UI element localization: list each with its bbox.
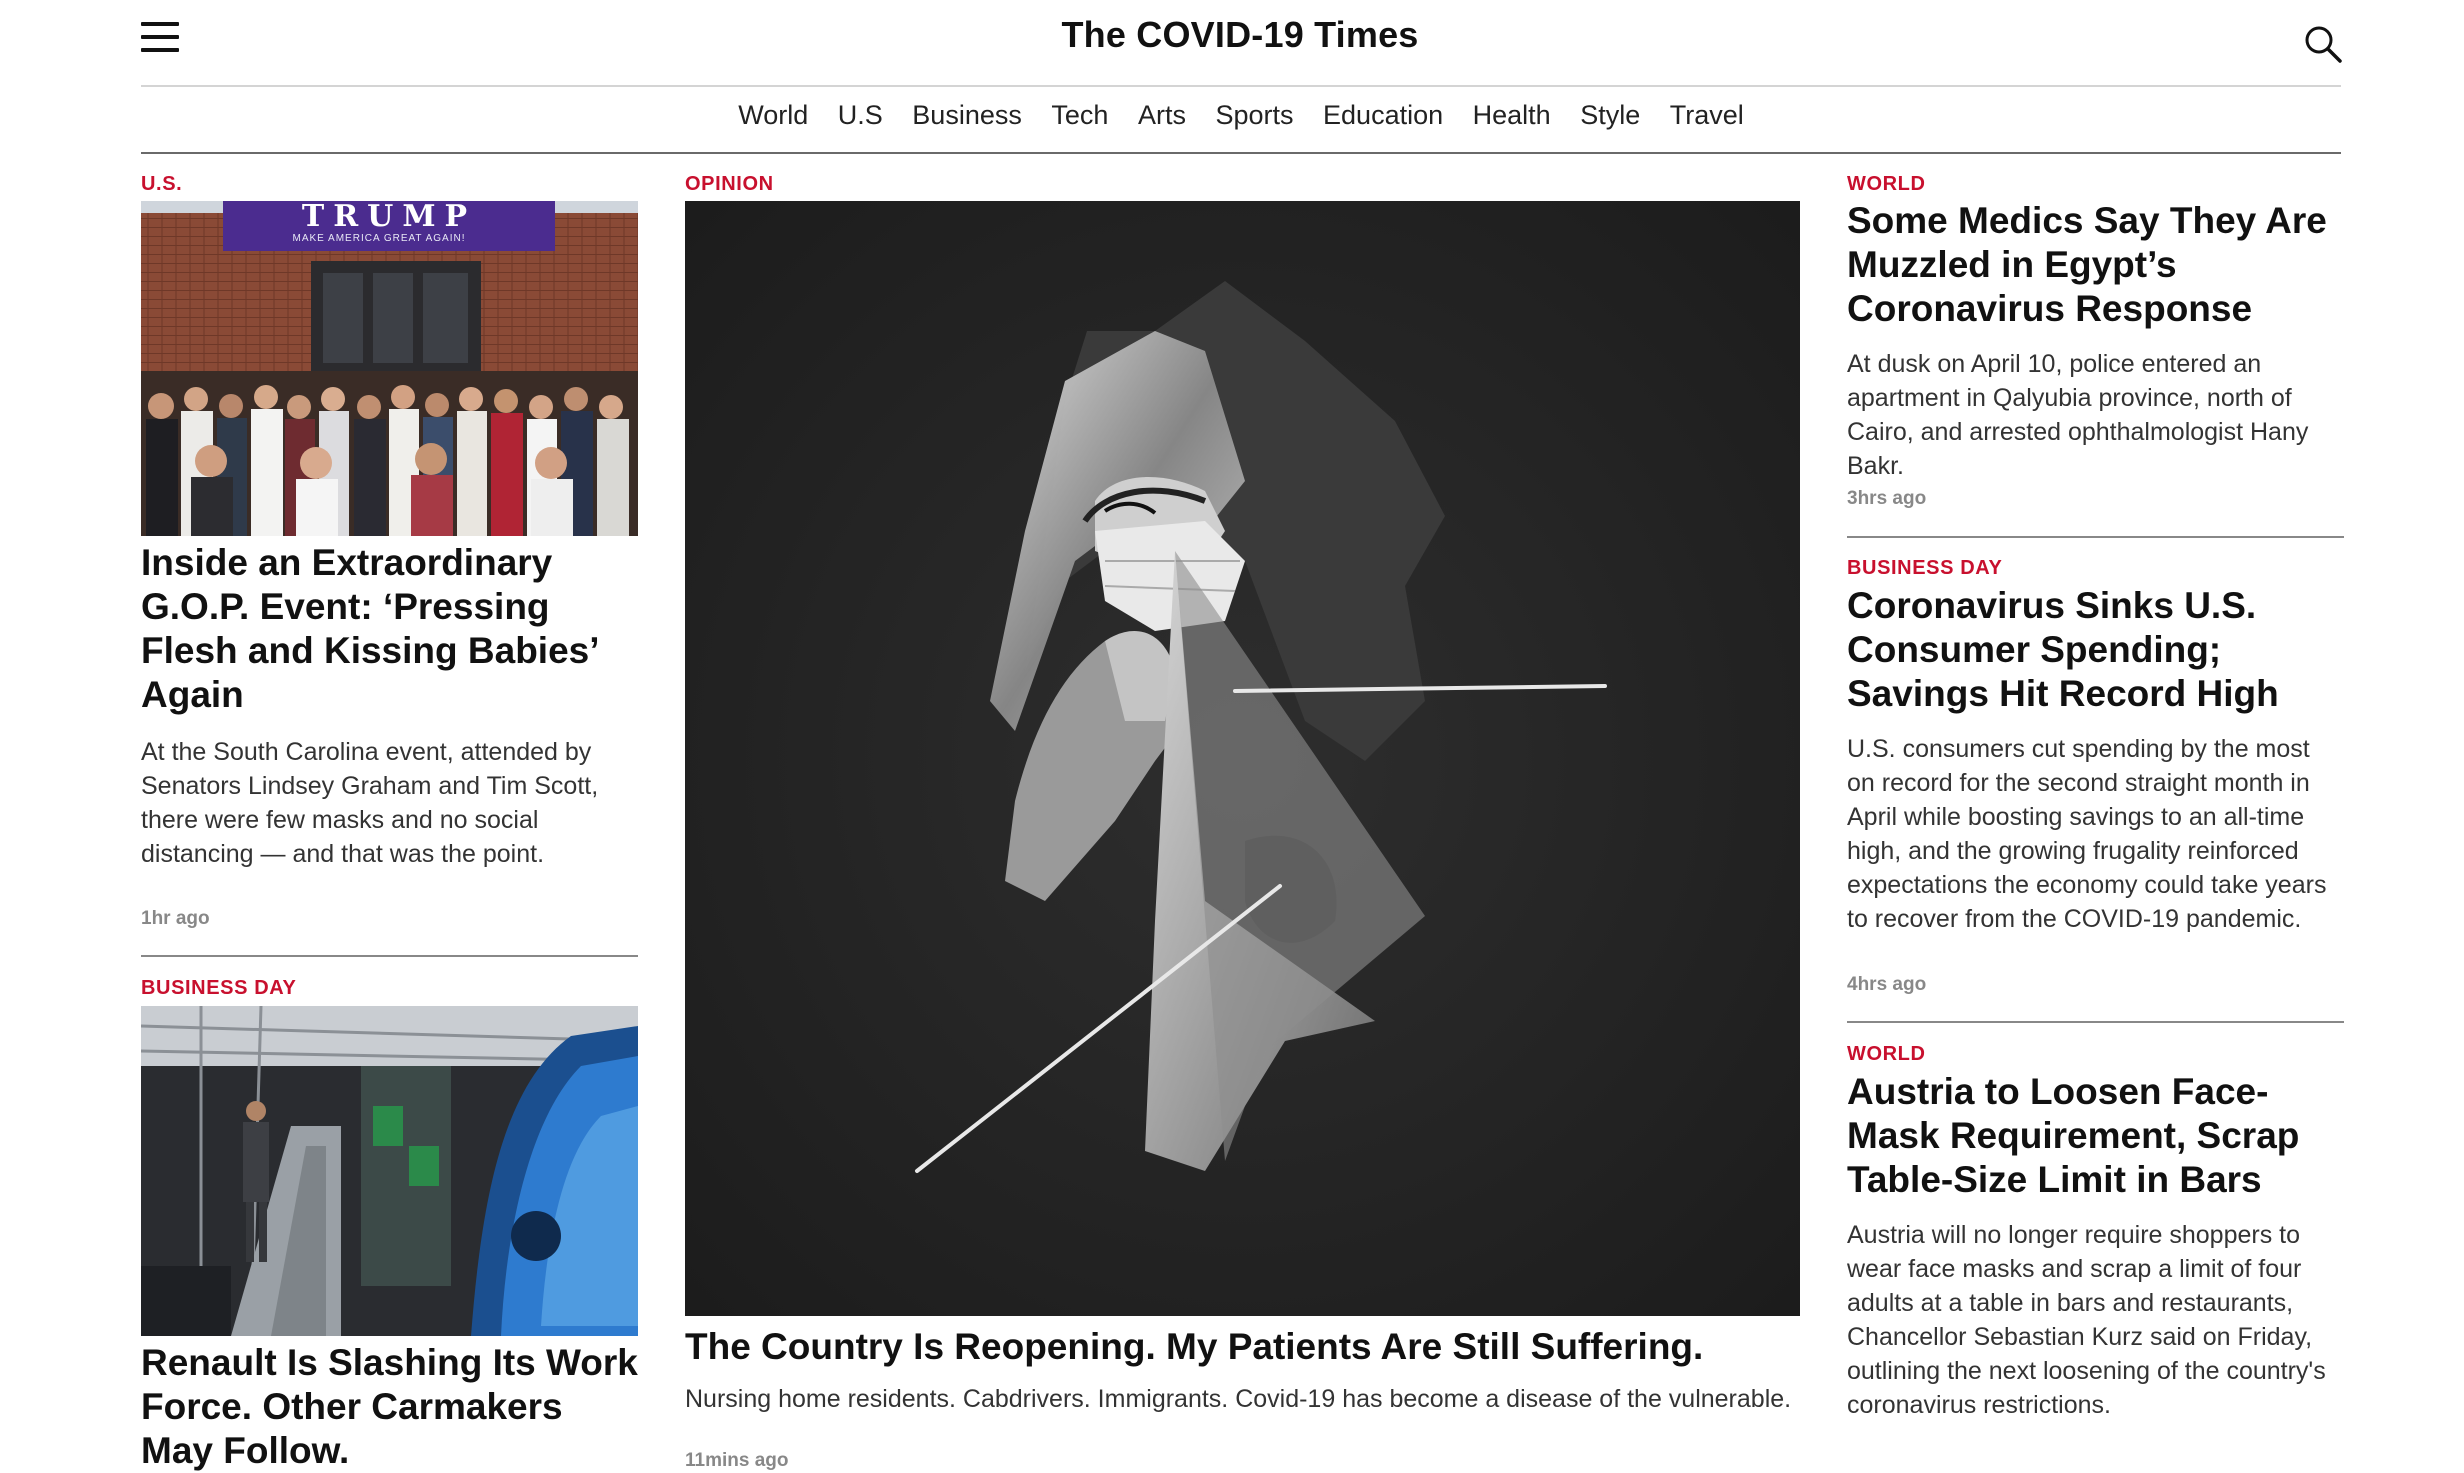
article-headline[interactable]: Inside an Extraordinary G.O.P. Event: ‘P… — [141, 541, 638, 717]
feature-headline[interactable]: The Country Is Reopening. My Patients Ar… — [685, 1325, 1800, 1369]
article-divider — [1847, 1021, 2344, 1023]
nav-item-arts[interactable]: Arts — [1138, 100, 1186, 130]
search-icon[interactable] — [2303, 24, 2343, 64]
feature-summary: Nursing home residents. Cabdrivers. Immi… — [685, 1385, 1792, 1413]
article-timestamp: 3hrs ago — [1847, 488, 1927, 509]
article-kicker[interactable]: OPINION — [685, 173, 774, 196]
feature-image-face-shield-collage[interactable] — [685, 201, 1800, 1316]
article-divider — [1847, 536, 2344, 538]
nav-item-education[interactable]: Education — [1323, 100, 1443, 130]
section-nav: World U.S Business Tech Arts Sports Educ… — [141, 100, 2341, 131]
nav-item-sports[interactable]: Sports — [1215, 100, 1293, 130]
article-summary: U.S. consumers cut spending by the most … — [1847, 735, 2327, 933]
nav-item-tech[interactable]: Tech — [1051, 100, 1108, 130]
feature-timestamp: 11mins ago — [685, 1450, 789, 1471]
nav-item-health[interactable]: Health — [1473, 100, 1551, 130]
article-kicker[interactable]: WORLD — [1847, 173, 1926, 196]
article-image-rally[interactable]: TRUMP MAKE AMERICA GREAT AGAIN! — [141, 201, 638, 536]
article-summary: Austria will no longer require shoppers … — [1847, 1221, 2326, 1419]
article-timestamp: 4hrs ago — [1847, 974, 1927, 995]
article-kicker[interactable]: U.S. — [141, 173, 182, 196]
nav-item-us[interactable]: U.S — [838, 100, 883, 130]
article-summary: At dusk on April 10, police entered an a… — [1847, 350, 2309, 480]
nav-item-travel[interactable]: Travel — [1670, 100, 1744, 130]
header-divider — [141, 85, 2341, 87]
article-timestamp: 1hr ago — [141, 908, 210, 929]
article-kicker[interactable]: BUSINESS DAY — [141, 977, 296, 1000]
banner-subtitle: MAKE AMERICA GREAT AGAIN! — [292, 233, 465, 244]
article-image-factory[interactable] — [141, 1006, 638, 1336]
article-headline[interactable]: Coronavirus Sinks U.S. Consumer Spending… — [1847, 584, 2344, 716]
article-summary: At the South Carolina event, attended by… — [141, 738, 599, 868]
article-headline[interactable]: Some Medics Say They Are Muzzled in Egyp… — [1847, 199, 2344, 331]
article-kicker[interactable]: BUSINESS DAY — [1847, 557, 2002, 580]
nav-item-business[interactable]: Business — [912, 100, 1022, 130]
article-headline[interactable]: Austria to Loosen Face-Mask Requirement,… — [1847, 1070, 2344, 1202]
article-headline[interactable]: Renault Is Slashing Its Work Force. Othe… — [141, 1341, 638, 1473]
banner-title: TRUMP — [302, 201, 476, 234]
article-divider — [141, 955, 638, 957]
site-title[interactable]: The COVID-19 Times — [0, 14, 2464, 56]
nav-divider — [141, 152, 2341, 154]
nav-item-world[interactable]: World — [738, 100, 808, 130]
nav-item-style[interactable]: Style — [1580, 100, 1640, 130]
article-kicker[interactable]: WORLD — [1847, 1043, 1926, 1066]
